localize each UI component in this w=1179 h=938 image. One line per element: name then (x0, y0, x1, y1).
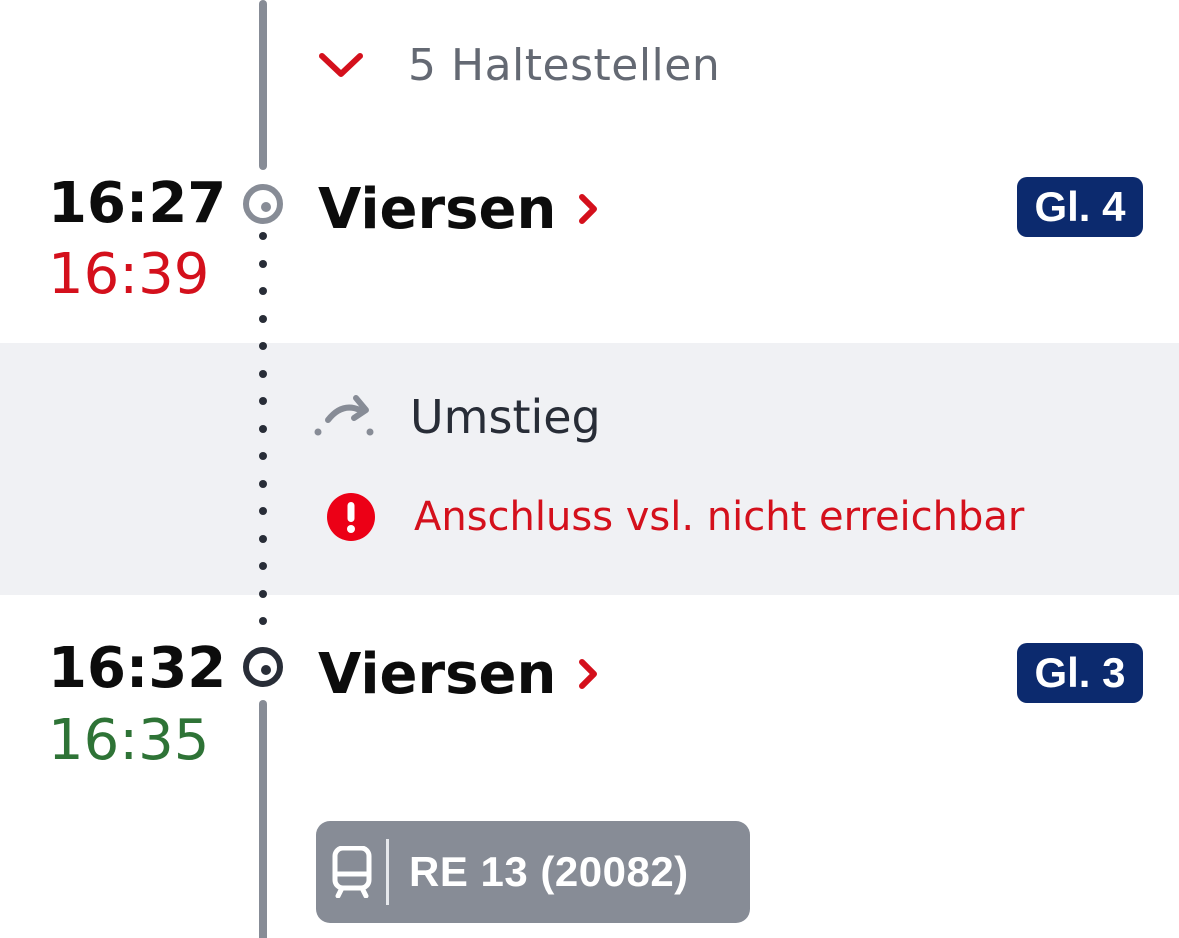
timeline-dot (259, 342, 267, 350)
timeline-dot (259, 562, 267, 570)
timeline-dot (259, 232, 267, 240)
timeline-dot (259, 287, 267, 295)
arrival-platform-badge: Gl. 4 (1017, 177, 1143, 237)
timeline-line-transfer (259, 232, 267, 644)
timeline-dot (259, 314, 267, 323)
transfer-row: Umstieg (310, 390, 601, 444)
alert-icon (327, 493, 375, 541)
journey-detail-view: 5 Haltestellen 16:27 16:39 Viersen Gl. 4… (0, 0, 1179, 938)
transfer-section (0, 343, 1179, 595)
departure-station-name: Viersen (318, 641, 557, 707)
timeline-dot (259, 452, 267, 460)
departure-stop-marker (243, 647, 283, 687)
connection-warning-text: Anschluss vsl. nicht erreichbar (414, 494, 1025, 540)
arrival-station-link[interactable]: Viersen (318, 174, 598, 244)
timeline-dot (259, 479, 267, 488)
departure-platform-badge: Gl. 3 (1017, 643, 1143, 703)
arrival-planned-time: 16:27 (48, 171, 227, 236)
chevron-right-icon (579, 194, 598, 224)
train-badge[interactable]: RE 13 (20082) (316, 821, 750, 923)
transfer-arrow-icon (314, 395, 374, 436)
departure-actual-time: 16:35 (48, 708, 210, 773)
timeline-line-previous-leg (259, 0, 267, 170)
timeline-dot (259, 534, 267, 543)
train-badge-divider (386, 839, 389, 905)
timeline-dot (259, 424, 267, 433)
chevron-right-icon (579, 659, 598, 689)
departure-station-link[interactable]: Viersen (318, 639, 598, 709)
intermediate-stops-toggle[interactable]: 5 Haltestellen (318, 30, 720, 100)
timeline-dot (259, 397, 267, 405)
departure-planned-time: 16:32 (48, 636, 227, 701)
timeline-dot (259, 259, 267, 268)
transfer-label: Umstieg (410, 390, 601, 444)
connection-warning: Anschluss vsl. nicht erreichbar (326, 492, 1024, 542)
timeline-line-next-leg (259, 700, 267, 938)
train-icon (332, 846, 372, 898)
train-label: RE 13 (20082) (409, 848, 689, 895)
arrival-actual-time: 16:39 (48, 242, 210, 307)
arrival-station-name: Viersen (318, 176, 557, 242)
timeline-dot (259, 589, 267, 598)
timeline-dot (259, 617, 267, 625)
arrival-stop-marker (243, 184, 283, 224)
intermediate-stops-label: 5 Haltestellen (408, 39, 721, 91)
timeline-dot (259, 507, 267, 515)
chevron-down-icon (319, 53, 363, 77)
timeline-dot (259, 369, 267, 378)
